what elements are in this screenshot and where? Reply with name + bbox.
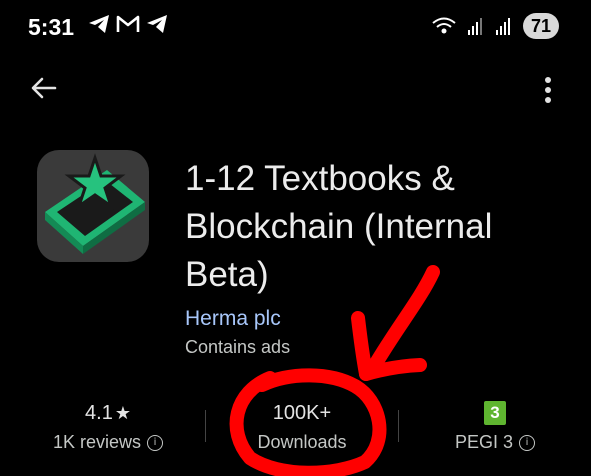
pegi-stat[interactable]: 3 PEGI 3 i xyxy=(425,400,565,453)
app-title-line: 1-12 Textbooks & xyxy=(185,159,455,198)
more-options-icon[interactable] xyxy=(538,75,558,105)
gmail-icon xyxy=(116,15,140,32)
rating-value: 4.1 xyxy=(85,401,113,424)
stat-divider xyxy=(398,410,399,442)
app-title: 1-12 Textbooks & Blockchain (Internal Be… xyxy=(185,155,575,299)
downloads-label: Downloads xyxy=(257,432,347,452)
rating-stat[interactable]: 4.1 ★ 1K reviews i xyxy=(38,400,178,453)
app-title-line: Blockchain (Internal xyxy=(185,207,493,246)
stat-divider xyxy=(205,410,206,442)
battery-indicator: 71 xyxy=(522,13,559,39)
info-icon: i xyxy=(519,434,536,451)
reviews-count: 1K reviews xyxy=(52,432,142,452)
signal-icon xyxy=(495,18,510,35)
telegram-icon xyxy=(89,15,109,33)
app-icon xyxy=(37,150,149,262)
status-right-icons: 71 xyxy=(431,13,559,39)
book-star-icon xyxy=(45,153,145,254)
downloads-stat: 100K+ Downloads xyxy=(232,400,372,453)
info-icon: i xyxy=(147,434,164,451)
status-left-icons xyxy=(88,14,168,34)
pegi-label: PEGI 3 xyxy=(454,432,514,452)
downloads-value: 100K+ xyxy=(272,401,332,424)
status-time: 5:31 xyxy=(28,14,75,40)
back-arrow-icon[interactable] xyxy=(28,72,60,104)
app-title-line: Beta) xyxy=(185,255,269,294)
contains-ads-label: Contains ads xyxy=(185,337,291,357)
signal-icon xyxy=(467,18,482,35)
telegram-icon xyxy=(147,15,167,33)
pegi-badge-icon: 3 xyxy=(484,401,506,425)
wifi-icon xyxy=(432,17,456,34)
developer-link[interactable]: Herma plc xyxy=(185,307,281,331)
star-icon: ★ xyxy=(114,402,131,423)
